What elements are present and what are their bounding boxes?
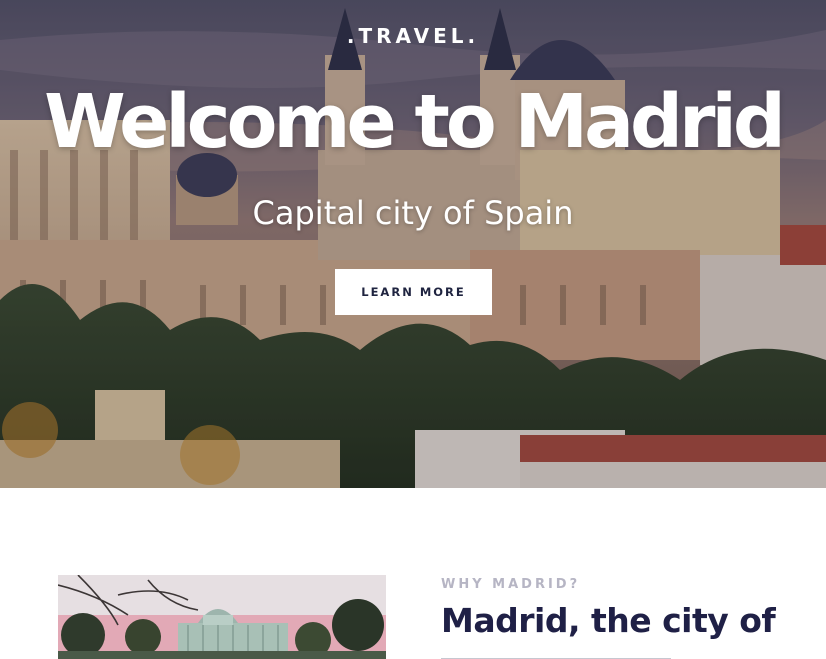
hero-subtitle: Capital city of Spain — [252, 194, 574, 232]
crystal-palace-illustration — [58, 575, 386, 659]
why-madrid-image — [58, 575, 386, 659]
why-madrid-kicker: WHY MADRID? — [441, 577, 581, 592]
hero-section: .TRAVEL. Welcome to Madrid Capital city … — [0, 0, 826, 488]
hero-title: Welcome to Madrid — [44, 79, 786, 165]
why-madrid-heading: Madrid, the city of — [441, 601, 776, 640]
learn-more-button[interactable]: LEARN MORE — [335, 269, 492, 315]
page: .TRAVEL. Welcome to Madrid Capital city … — [0, 0, 826, 659]
heading-overflow-line — [441, 658, 671, 659]
hero-kicker: .TRAVEL. — [346, 24, 480, 48]
